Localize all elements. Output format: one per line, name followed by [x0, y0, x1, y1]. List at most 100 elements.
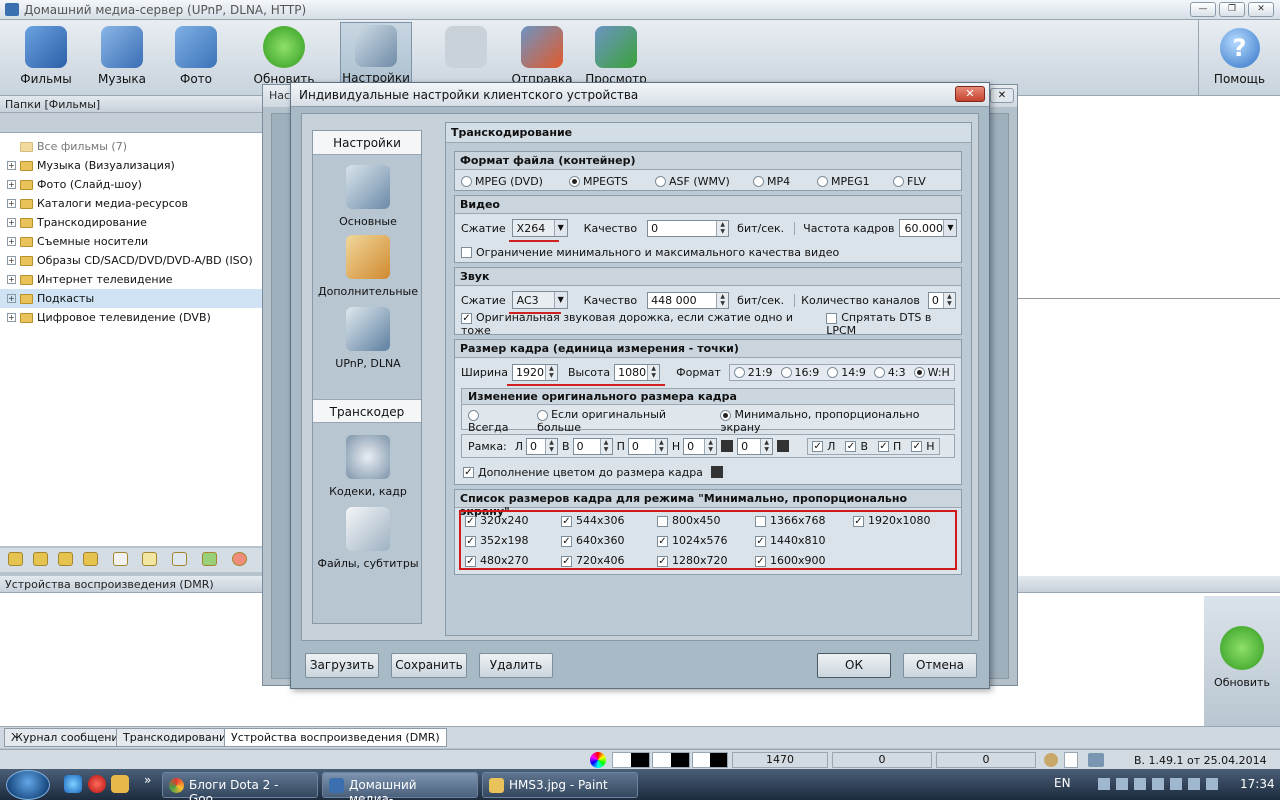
- radio-mpeg-dvd[interactable]: MPEG (DVD): [461, 175, 569, 188]
- tree-item-selected[interactable]: + Подкасты: [0, 289, 265, 308]
- nav-basic[interactable]: Основные: [317, 165, 419, 228]
- border-right-input[interactable]: 0 ▲ ▼: [627, 437, 668, 455]
- expand-icon[interactable]: +: [7, 180, 16, 189]
- spinner-icon[interactable]: ▲ ▼: [716, 292, 729, 308]
- background-dialog-close[interactable]: ✕: [990, 88, 1014, 103]
- video-codec-select[interactable]: X264 ▼: [511, 219, 568, 237]
- cloud-icon[interactable]: [113, 552, 128, 566]
- color-box[interactable]: [721, 440, 734, 452]
- volume-icon[interactable]: [1188, 778, 1200, 790]
- limit-quality-checkbox[interactable]: Ограничение минимального и максимального…: [461, 242, 839, 262]
- edit-folder-icon[interactable]: [58, 552, 73, 566]
- add-folder-icon[interactable]: [8, 552, 23, 566]
- border-left-input[interactable]: 0 ▲ ▼: [526, 437, 559, 455]
- save-button[interactable]: Сохранить: [391, 653, 467, 678]
- tree-item[interactable]: + Фото (Слайд-шоу): [0, 175, 265, 194]
- radio-wh[interactable]: W:H: [913, 366, 950, 379]
- nav-upnp[interactable]: UPnP, DLNA: [317, 307, 419, 370]
- width-input[interactable]: 1920 ▲ ▼: [511, 363, 558, 381]
- radio-mpegts[interactable]: MPEGTS: [569, 175, 655, 188]
- opera-icon[interactable]: [88, 775, 106, 793]
- tray-icon[interactable]: [1152, 778, 1164, 790]
- tree-item[interactable]: + Съемные носители: [0, 232, 265, 251]
- task-paint[interactable]: HMS3.jpg - Paint: [482, 772, 638, 798]
- height-input[interactable]: 1080 ▲ ▼: [614, 363, 661, 381]
- dmr-refresh-button[interactable]: Обновить: [1204, 596, 1280, 726]
- clock[interactable]: 17:34: [1240, 777, 1275, 791]
- size-checkbox[interactable]: ✓ 1440x810: [755, 534, 826, 547]
- video-quality-input[interactable]: 0 ▲ ▼: [647, 219, 730, 237]
- hide-dts-checkbox[interactable]: Спрятать DTS в LPCM: [826, 311, 961, 337]
- expand-icon[interactable]: +: [7, 199, 16, 208]
- tree-item[interactable]: + Интернет телевидение: [0, 270, 265, 289]
- nav-files[interactable]: Файлы, субтитры: [317, 507, 419, 570]
- media-player-icon[interactable]: [111, 775, 129, 793]
- expand-icon[interactable]: +: [7, 313, 16, 322]
- toolbar-photo[interactable]: Фото: [160, 24, 232, 94]
- fps-select[interactable]: 60.000 ▼: [899, 219, 958, 237]
- tag-icon[interactable]: [202, 552, 217, 566]
- close-button[interactable]: ✕: [1248, 2, 1274, 17]
- help-button[interactable]: ? Помощь: [1198, 20, 1280, 96]
- tree-item[interactable]: Все фильмы (7): [0, 137, 265, 156]
- tree-item[interactable]: + Образы CD/SACD/DVD/DVD-A/BD (ISO): [0, 251, 265, 270]
- radio-asf[interactable]: ASF (WMV): [655, 175, 753, 188]
- border-extra-input[interactable]: 0 ▲ ▼: [737, 437, 774, 455]
- expand-icon[interactable]: +: [7, 237, 16, 246]
- size-checkbox[interactable]: 800x450: [657, 514, 721, 527]
- color-icon[interactable]: [590, 752, 606, 768]
- fill-color-checkbox[interactable]: ✓ Дополнение цветом до размера кадра: [463, 462, 723, 482]
- check-n[interactable]: ✓ Н: [911, 440, 935, 453]
- check-p[interactable]: ✓ П: [877, 440, 901, 453]
- orig-audio-checkbox[interactable]: ✓ Оригинальная звуковая дорожка, если сжа…: [461, 311, 816, 337]
- weather-icon[interactable]: [142, 552, 157, 566]
- ie-icon[interactable]: [64, 775, 82, 793]
- spinner-icon[interactable]: ▲ ▼: [942, 292, 955, 308]
- radio-16-9[interactable]: 16:9: [780, 366, 819, 379]
- size-checkbox[interactable]: ✓ 1280x720: [657, 554, 728, 567]
- radio-min-proportional[interactable]: Минимально, пропорционально экрану: [720, 408, 948, 434]
- remove-folder-icon[interactable]: [83, 552, 98, 566]
- radio-4-3[interactable]: 4:3: [873, 366, 906, 379]
- tree-item[interactable]: + Музыка (Визуализация): [0, 156, 265, 175]
- radio-21-9[interactable]: 21:9: [733, 366, 773, 379]
- audio-quality-input[interactable]: 448 000 ▲ ▼: [647, 291, 730, 309]
- network-tray-icon[interactable]: [1206, 778, 1218, 790]
- lifebuoy-icon[interactable]: [232, 552, 247, 566]
- tab-dmr[interactable]: Устройства воспроизведения (DMR): [224, 728, 447, 747]
- grid-icon[interactable]: [172, 552, 187, 566]
- radio-14-9[interactable]: 14:9: [827, 366, 866, 379]
- color-box[interactable]: [777, 440, 790, 452]
- add-item-icon[interactable]: [33, 552, 48, 566]
- expand-icon[interactable]: +: [7, 161, 16, 170]
- tree-item[interactable]: + Транскодирование: [0, 213, 265, 232]
- channels-input[interactable]: 0 ▲ ▼: [927, 291, 956, 309]
- radio-always[interactable]: Всегда: [468, 408, 519, 434]
- spinner-icon[interactable]: ▲ ▼: [647, 364, 660, 380]
- expand-icon[interactable]: +: [7, 256, 16, 265]
- spinner-icon[interactable]: ▲ ▼: [544, 364, 557, 380]
- fill-color-box[interactable]: [710, 466, 723, 478]
- size-checkbox[interactable]: ✓ 1024x576: [657, 534, 728, 547]
- size-checkbox[interactable]: ✓ 1920x1080: [853, 514, 931, 527]
- expand-icon[interactable]: +: [7, 294, 16, 303]
- size-checkbox[interactable]: ✓ 544x306: [561, 514, 625, 527]
- task-chrome[interactable]: Блоги Dota 2 - Goo...: [162, 772, 318, 800]
- tray-icon[interactable]: [1170, 778, 1182, 790]
- expand-icon[interactable]: +: [7, 275, 16, 284]
- task-media-server[interactable]: Домашний медиа-...: [322, 772, 478, 800]
- check-v[interactable]: ✓ В: [845, 440, 868, 453]
- tray-icon[interactable]: [1098, 778, 1110, 790]
- check-l[interactable]: ✓ Л: [812, 440, 835, 453]
- size-checkbox[interactable]: ✓ 1600x900: [755, 554, 826, 567]
- radio-mp4[interactable]: MP4: [753, 175, 817, 188]
- border-bottom-input[interactable]: 0 ▲ ▼: [683, 437, 718, 455]
- tray-icon[interactable]: [1134, 778, 1146, 790]
- border-top-input[interactable]: 0 ▲ ▼: [572, 437, 613, 455]
- nav-advanced[interactable]: Дополнительные: [317, 235, 419, 298]
- delete-button[interactable]: Удалить: [479, 653, 553, 678]
- radio-mpeg1[interactable]: MPEG1: [817, 175, 893, 188]
- start-button[interactable]: [6, 770, 50, 800]
- size-checkbox[interactable]: ✓ 320x240: [465, 514, 529, 527]
- spinner-icon[interactable]: ▲ ▼: [716, 220, 729, 236]
